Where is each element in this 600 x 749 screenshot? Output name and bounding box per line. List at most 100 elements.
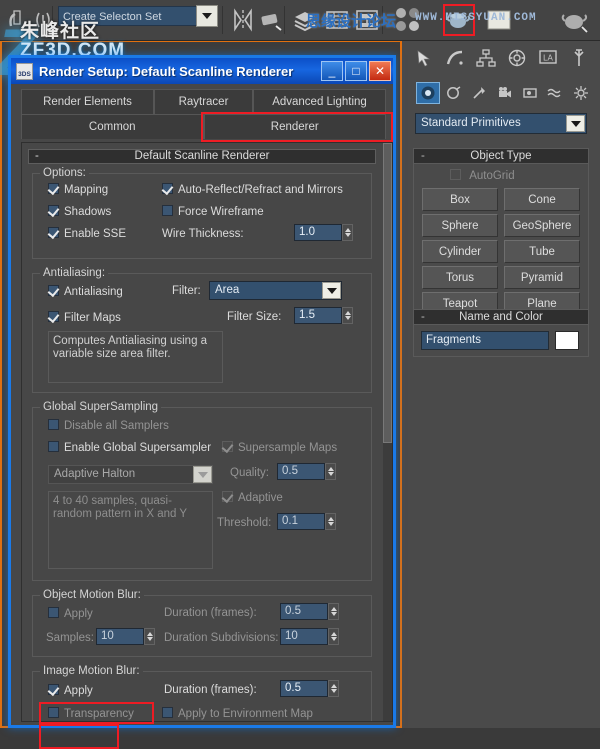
- filter-dropdown[interactable]: Area: [209, 281, 342, 300]
- lights-icon[interactable]: [467, 82, 491, 104]
- filter-size-input[interactable]: 1.5: [294, 307, 342, 324]
- systems-icon[interactable]: [569, 82, 593, 104]
- filter-maps-checkbox[interactable]: [48, 311, 59, 322]
- imb-apply-env-row[interactable]: Apply to Environment Map: [162, 707, 313, 720]
- maximize-button[interactable]: □: [345, 61, 367, 81]
- space-warps-icon[interactable]: [543, 82, 567, 104]
- imb-duration-spinner[interactable]: [328, 680, 339, 697]
- omb-samples-spinner[interactable]: [144, 628, 155, 645]
- omb-apply-checkbox[interactable]: [48, 607, 59, 618]
- helpers-icon[interactable]: [518, 82, 542, 104]
- chevron-down-icon[interactable]: [193, 466, 212, 483]
- render-frame-window-icon[interactable]: [482, 5, 516, 35]
- utilities-tab[interactable]: [563, 43, 594, 73]
- wire-thickness-spinner[interactable]: [342, 224, 353, 241]
- modify-tab[interactable]: [439, 43, 470, 73]
- torus-button[interactable]: Torus: [422, 266, 498, 289]
- cone-button[interactable]: Cone: [504, 188, 580, 211]
- omb-duration-spinner[interactable]: [328, 603, 339, 620]
- curve-editor-icon[interactable]: [322, 5, 352, 35]
- close-button[interactable]: ✕: [369, 61, 391, 81]
- mapping-checkbox-row[interactable]: Mapping: [48, 183, 108, 196]
- sphere-button[interactable]: Sphere: [422, 214, 498, 237]
- imb-apply-checkbox[interactable]: [48, 684, 59, 695]
- shapes-icon[interactable]: [441, 82, 465, 104]
- disable-all-samplers-row[interactable]: Disable all Samplers: [48, 419, 169, 432]
- omb-samples-input[interactable]: 10: [96, 628, 144, 645]
- command-panel-subtabs[interactable]: [416, 80, 594, 106]
- mapping-checkbox[interactable]: [48, 183, 59, 194]
- adaptive-row[interactable]: Adaptive: [222, 491, 283, 504]
- autogrid-checkbox[interactable]: [450, 169, 461, 180]
- pyramid-button[interactable]: Pyramid: [504, 266, 580, 289]
- object-color-swatch[interactable]: [555, 331, 579, 350]
- enable-sse-checkbox-row[interactable]: Enable SSE: [48, 227, 126, 240]
- scanline-rollout-header[interactable]: - Default Scanline Renderer: [28, 149, 376, 164]
- auto-reflect-checkbox-row[interactable]: Auto-Reflect/Refract and Mirrors: [162, 183, 343, 196]
- tab-advanced-lighting[interactable]: Advanced Lighting: [253, 89, 386, 114]
- layer-manager-icon[interactable]: [290, 5, 320, 35]
- adaptive-checkbox[interactable]: [222, 491, 233, 502]
- angle-snap-icon[interactable]: [28, 5, 58, 35]
- minimize-button[interactable]: _: [321, 61, 343, 81]
- command-panel[interactable]: LA: [402, 40, 600, 728]
- motion-tab[interactable]: [501, 43, 532, 73]
- enable-global-supersampler-row[interactable]: Enable Global Supersampler: [48, 441, 211, 454]
- force-wireframe-checkbox[interactable]: [162, 205, 173, 216]
- omb-subdivisions-spinner[interactable]: [328, 628, 339, 645]
- mirror-icon[interactable]: [228, 5, 258, 35]
- main-toolbar[interactable]: Create Selecton Set: [0, 0, 600, 41]
- enable-global-supersampler-checkbox[interactable]: [48, 441, 59, 452]
- cameras-icon[interactable]: [492, 82, 516, 104]
- object-type-rollout-header[interactable]: - Object Type: [413, 148, 589, 164]
- imb-apply-env-checkbox[interactable]: [162, 707, 173, 718]
- geosphere-button[interactable]: GeoSphere: [504, 214, 580, 237]
- create-tab[interactable]: [408, 43, 439, 73]
- dialog-titlebar[interactable]: 3DS Render Setup: Default Scanline Rende…: [11, 58, 393, 84]
- quality-spinner[interactable]: [325, 463, 336, 480]
- force-wireframe-checkbox-row[interactable]: Force Wireframe: [162, 205, 264, 218]
- omb-apply-row[interactable]: Apply: [48, 607, 93, 620]
- shadows-checkbox-row[interactable]: Shadows: [48, 205, 111, 218]
- disable-all-samplers-checkbox[interactable]: [48, 419, 59, 430]
- supersample-maps-row[interactable]: Supersample Maps: [222, 441, 337, 454]
- enable-sse-checkbox[interactable]: [48, 227, 59, 238]
- tab-render-elements[interactable]: Render Elements: [21, 89, 154, 114]
- tube-button[interactable]: Tube: [504, 240, 580, 263]
- threshold-input[interactable]: 0.1: [277, 513, 325, 530]
- filter-maps-checkbox-row[interactable]: Filter Maps: [48, 311, 121, 324]
- antialiasing-checkbox-row[interactable]: Antialiasing: [48, 285, 123, 298]
- omb-subdivisions-input[interactable]: 10: [280, 628, 328, 645]
- geometry-icon[interactable]: [416, 82, 441, 104]
- wire-thickness-input[interactable]: 1.0: [294, 224, 342, 241]
- render-setup-dialog[interactable]: 3DS Render Setup: Default Scanline Rende…: [8, 55, 396, 749]
- dialog-scrollbar-thumb[interactable]: [383, 143, 392, 443]
- object-category-dropdown[interactable]: Standard Primitives: [415, 113, 587, 134]
- antialiasing-checkbox[interactable]: [48, 285, 59, 296]
- supersample-maps-checkbox[interactable]: [222, 441, 233, 452]
- selection-set-dropdown-icon[interactable]: [196, 5, 218, 27]
- hierarchy-tab[interactable]: [470, 43, 501, 73]
- chevron-down-icon[interactable]: [566, 115, 585, 132]
- command-panel-tabs[interactable]: LA: [408, 43, 594, 77]
- quality-input[interactable]: 0.5: [277, 463, 325, 480]
- sampler-dropdown[interactable]: Adaptive Halton: [48, 465, 213, 484]
- display-tab[interactable]: LA: [532, 43, 563, 73]
- dialog-tab-row-1[interactable]: Render Elements Raytracer Advanced Light…: [21, 89, 386, 114]
- omb-duration-input[interactable]: 0.5: [280, 603, 328, 620]
- selection-set-input[interactable]: Create Selecton Set: [58, 6, 198, 26]
- schematic-view-icon[interactable]: [352, 5, 382, 35]
- filter-size-spinner[interactable]: [342, 307, 353, 324]
- auto-reflect-checkbox[interactable]: [162, 183, 173, 194]
- imb-duration-input[interactable]: 0.5: [280, 680, 328, 697]
- align-icon[interactable]: [256, 5, 286, 35]
- chevron-down-icon[interactable]: [322, 282, 341, 299]
- renderer-scroll-area[interactable]: - Default Scanline Renderer Options: Map…: [21, 142, 393, 722]
- tab-raytracer[interactable]: Raytracer: [153, 89, 254, 114]
- autogrid-row[interactable]: AutoGrid: [450, 169, 515, 182]
- tab-common[interactable]: Common: [21, 114, 204, 139]
- cylinder-button[interactable]: Cylinder: [422, 240, 498, 263]
- dialog-scrollbar[interactable]: [383, 143, 392, 721]
- shadows-checkbox[interactable]: [48, 205, 59, 216]
- threshold-spinner[interactable]: [325, 513, 336, 530]
